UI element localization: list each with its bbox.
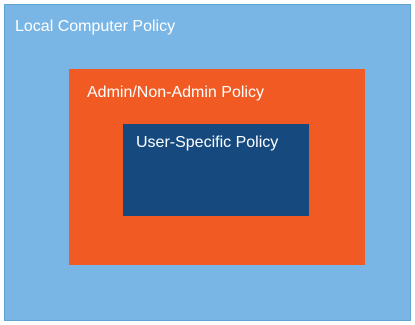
local-computer-policy-box: Local Computer Policy Admin/Non-Admin Po…: [4, 4, 411, 321]
admin-non-admin-policy-box: Admin/Non-Admin Policy User-Specific Pol…: [69, 69, 365, 265]
user-specific-policy-box: User-Specific Policy: [123, 124, 309, 216]
local-computer-policy-label: Local Computer Policy: [15, 18, 176, 35]
user-specific-policy-label: User-Specific Policy: [136, 134, 279, 151]
admin-non-admin-policy-label: Admin/Non-Admin Policy: [87, 84, 264, 101]
